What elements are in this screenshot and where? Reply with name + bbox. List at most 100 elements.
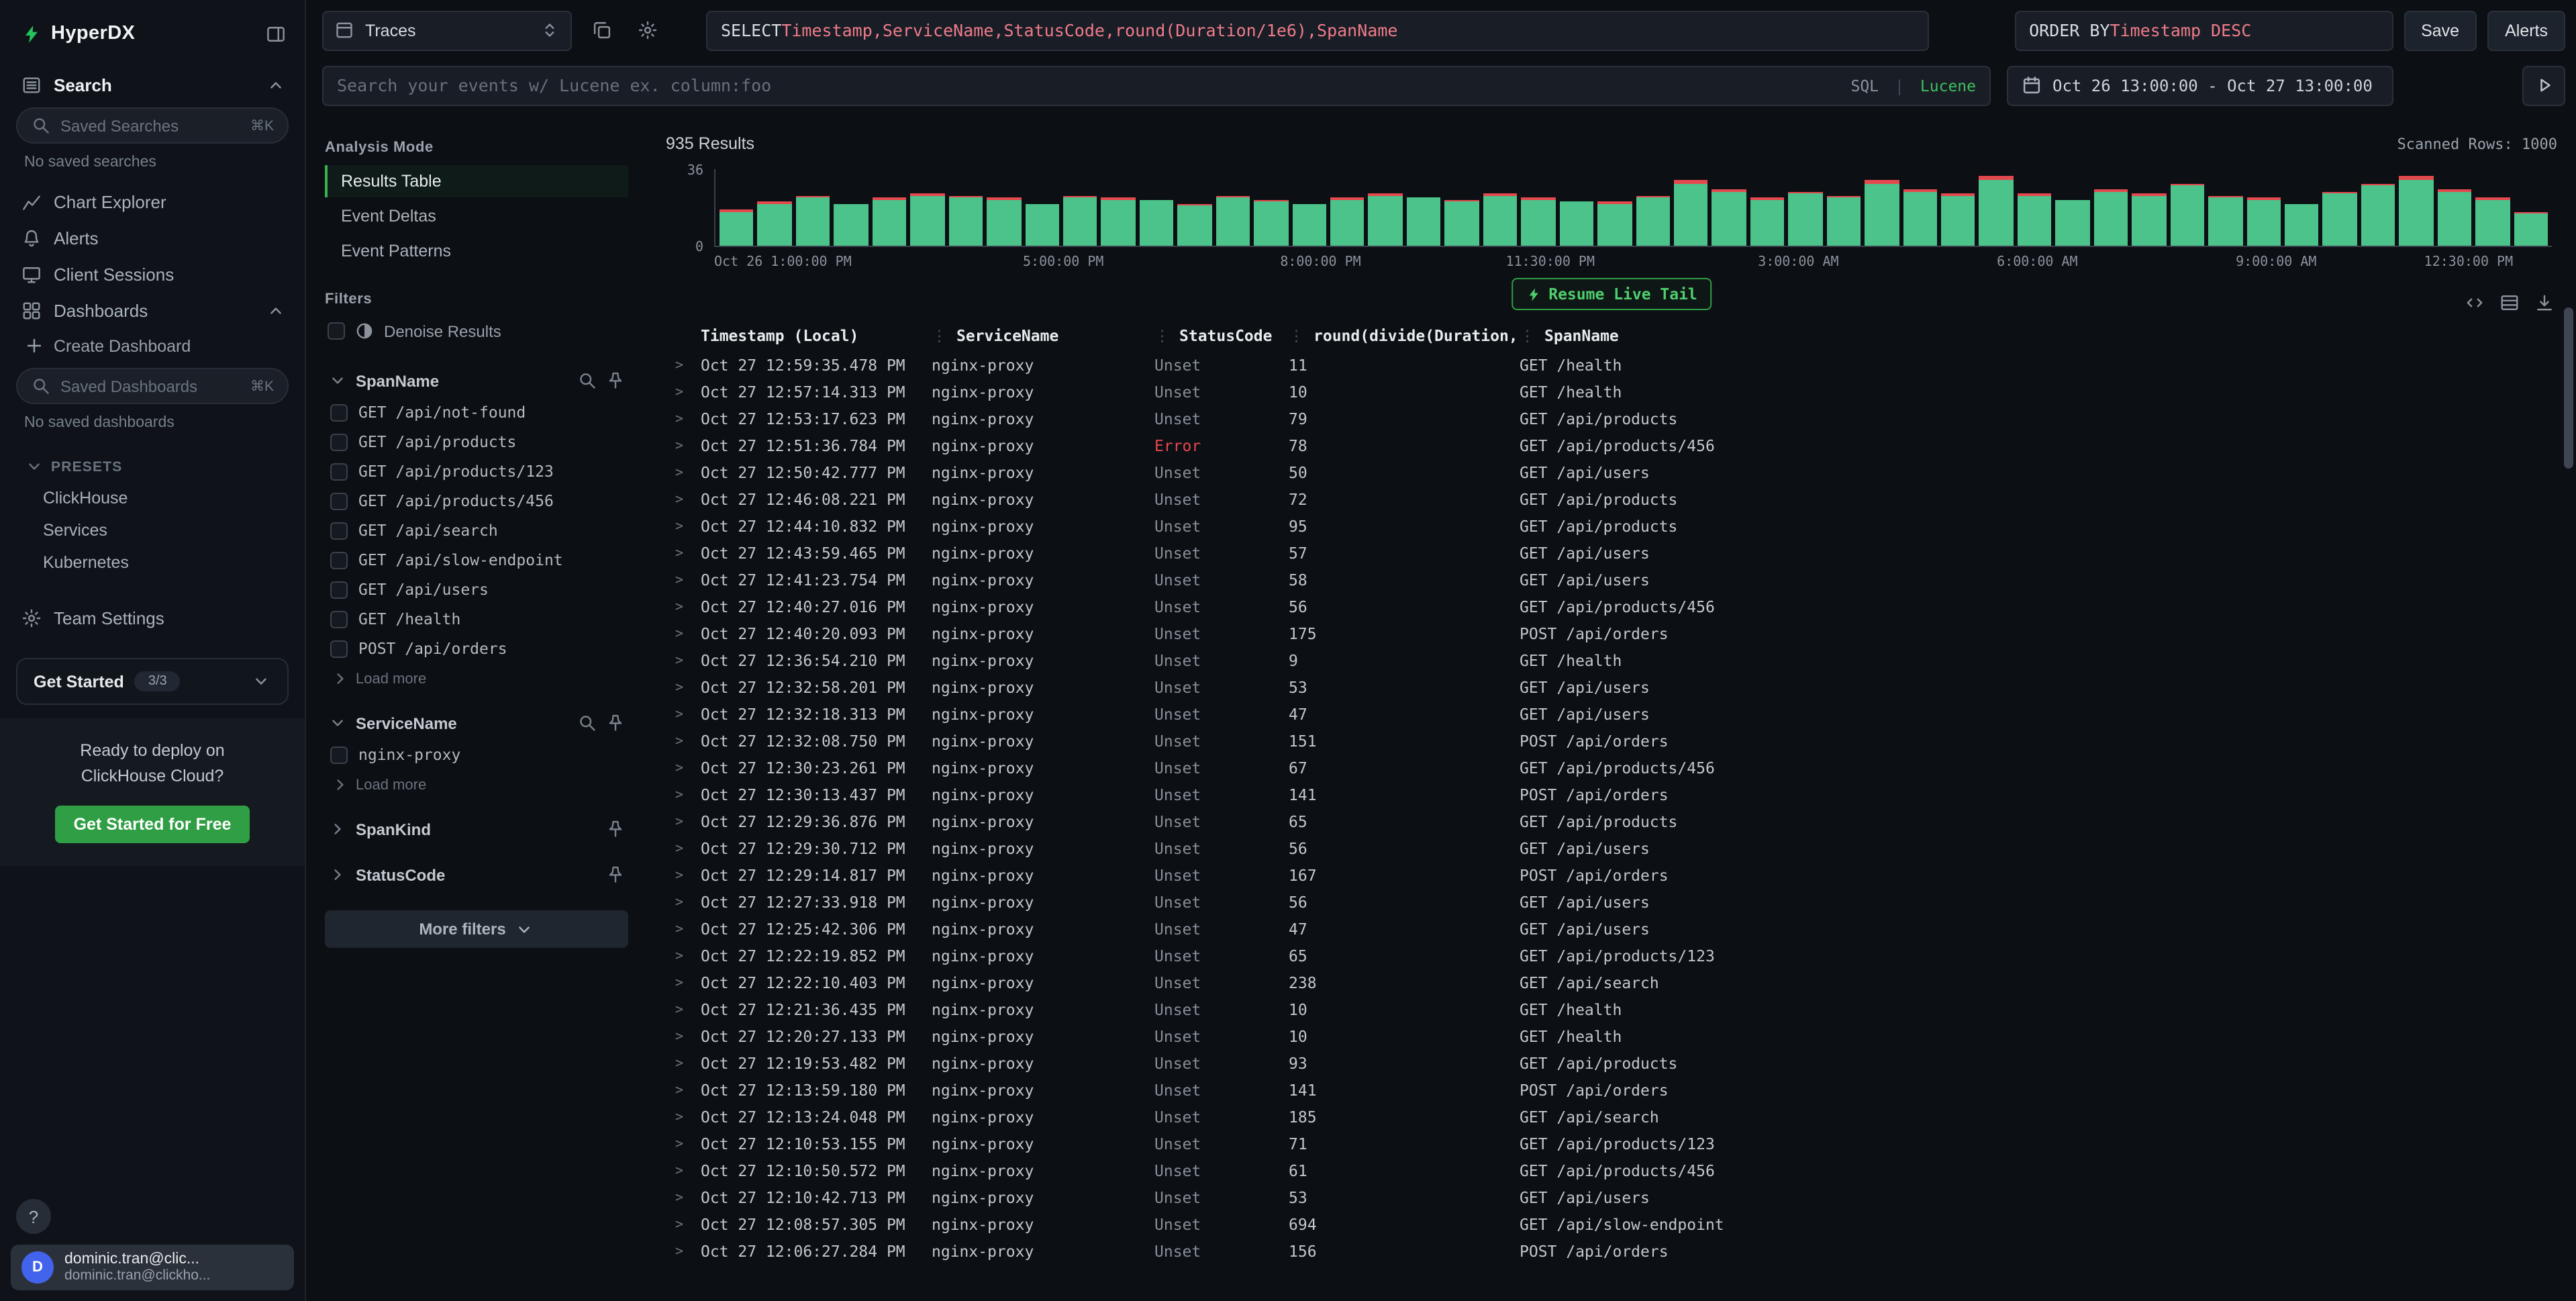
histogram-bar[interactable]	[873, 197, 907, 246]
order-by-input[interactable]: ORDER BY Timestamp DESC	[2014, 10, 2393, 50]
row-expand-chevron[interactable]: >	[666, 599, 701, 614]
histogram-bar[interactable]	[2285, 203, 2319, 246]
histogram-bar[interactable]	[1140, 199, 1174, 246]
row-expand-chevron[interactable]: >	[666, 1137, 701, 1151]
table-row[interactable]: >Oct 27 12:10:50.572 PMnginx-proxyUnset6…	[666, 1157, 2557, 1184]
histogram-bar[interactable]	[1979, 175, 2014, 246]
get-started-card[interactable]: Get Started 3/3	[16, 658, 289, 705]
histogram-bar[interactable]	[1216, 195, 1250, 246]
table-row[interactable]: >Oct 27 12:10:42.713 PMnginx-proxyUnset5…	[666, 1184, 2557, 1211]
row-expand-chevron[interactable]: >	[666, 949, 701, 963]
row-expand-chevron[interactable]: >	[666, 626, 701, 641]
histogram-bar[interactable]	[834, 203, 869, 246]
table-row[interactable]: >Oct 27 12:13:59.180 PMnginx-proxyUnset1…	[666, 1077, 2557, 1104]
source-select[interactable]: Traces	[322, 10, 572, 50]
row-expand-chevron[interactable]: >	[666, 1190, 701, 1205]
row-expand-chevron[interactable]: >	[666, 1163, 701, 1178]
histogram-bar[interactable]	[1063, 195, 1097, 246]
table-row[interactable]: >Oct 27 12:43:59.465 PMnginx-proxyUnset5…	[666, 540, 2557, 567]
facet-option-checkbox[interactable]	[330, 640, 348, 657]
row-expand-chevron[interactable]: >	[666, 546, 701, 561]
histogram-bar[interactable]	[2170, 183, 2204, 246]
saved-dashboards-input[interactable]: Saved Dashboards ⌘K	[16, 368, 289, 404]
row-expand-chevron[interactable]: >	[666, 707, 701, 722]
table-row[interactable]: >Oct 27 12:25:42.306 PMnginx-proxyUnset4…	[666, 916, 2557, 943]
table-row[interactable]: >Oct 27 12:57:14.313 PMnginx-proxyUnset1…	[666, 379, 2557, 405]
row-expand-chevron[interactable]: >	[666, 1244, 701, 1259]
table-row[interactable]: >Oct 27 12:08:57.305 PMnginx-proxyUnset6…	[666, 1211, 2557, 1238]
facet-option[interactable]: GET /api/products/123	[325, 456, 628, 486]
denoise-checkbox[interactable]	[328, 322, 345, 340]
facet-option[interactable]: GET /api/users	[325, 575, 628, 604]
row-expand-chevron[interactable]: >	[666, 895, 701, 910]
histogram-bar[interactable]	[2246, 197, 2281, 246]
preset-item-clickhouse[interactable]: ClickHouse	[0, 482, 305, 514]
facet-header[interactable]: StatusCode	[325, 859, 628, 892]
histogram-bar[interactable]	[2361, 183, 2395, 246]
load-more-button[interactable]: Load more	[325, 663, 628, 694]
row-expand-chevron[interactable]: >	[666, 1029, 701, 1044]
histogram-bar[interactable]	[796, 195, 830, 246]
histogram-bar[interactable]	[1712, 189, 1746, 246]
table-row[interactable]: >Oct 27 12:32:58.201 PMnginx-proxyUnset5…	[666, 674, 2557, 701]
row-expand-chevron[interactable]: >	[666, 358, 701, 373]
row-expand-chevron[interactable]: >	[666, 841, 701, 856]
table-row[interactable]: >Oct 27 12:36:54.210 PMnginx-proxyUnset9…	[666, 647, 2557, 674]
chevron-down-icon[interactable]	[328, 371, 348, 391]
table-row[interactable]: >Oct 27 12:22:19.852 PMnginx-proxyUnset6…	[666, 943, 2557, 969]
histogram-bar[interactable]	[910, 193, 944, 246]
facet-option[interactable]: GET /api/slow-endpoint	[325, 545, 628, 575]
mode-event-deltas[interactable]: Event Deltas	[325, 200, 628, 232]
table-row[interactable]: >Oct 27 12:41:23.754 PMnginx-proxyUnset5…	[666, 567, 2557, 593]
histogram-bar[interactable]	[758, 201, 792, 246]
vertical-scrollbar[interactable]	[2564, 119, 2573, 1298]
facet-header[interactable]: ServiceName	[325, 708, 628, 740]
pin-icon[interactable]	[605, 371, 626, 391]
row-expand-chevron[interactable]: >	[666, 1110, 701, 1124]
table-row[interactable]: >Oct 27 12:13:24.048 PMnginx-proxyUnset1…	[666, 1104, 2557, 1130]
event-search-input[interactable]: Search your events w/ Lucene ex. column:…	[322, 65, 1991, 105]
facet-option[interactable]: GET /api/search	[325, 516, 628, 545]
row-expand-chevron[interactable]: >	[666, 787, 701, 802]
facet-option-checkbox[interactable]	[330, 463, 348, 480]
facet-option[interactable]: GET /api/products/456	[325, 486, 628, 516]
alerts-button[interactable]: Alerts	[2487, 10, 2565, 50]
download-icon[interactable]	[2534, 293, 2555, 313]
histogram-bar[interactable]	[1750, 197, 1785, 246]
row-expand-chevron[interactable]: >	[666, 519, 701, 534]
table-density-icon[interactable]	[2499, 293, 2520, 313]
mode-toggle-sql[interactable]: SQL	[1850, 76, 1879, 95]
table-row[interactable]: >Oct 27 12:20:27.133 PMnginx-proxyUnset1…	[666, 1023, 2557, 1050]
histogram-bar[interactable]	[720, 209, 754, 246]
histogram-bar[interactable]	[2323, 191, 2357, 246]
histogram-bar[interactable]	[1789, 191, 1823, 246]
table-row[interactable]: >Oct 27 12:29:36.876 PMnginx-proxyUnset6…	[666, 808, 2557, 835]
facet-option-checkbox[interactable]	[330, 581, 348, 598]
histogram-bar[interactable]	[1407, 197, 1441, 246]
create-dashboard-button[interactable]: Create Dashboard	[0, 329, 305, 364]
facet-option-checkbox[interactable]	[330, 551, 348, 569]
facet-header[interactable]: SpanKind	[325, 814, 628, 846]
chevron-up-icon[interactable]	[266, 75, 286, 95]
table-row[interactable]: >Oct 27 12:19:53.482 PMnginx-proxyUnset9…	[666, 1050, 2557, 1077]
table-row[interactable]: >Oct 27 12:29:30.712 PMnginx-proxyUnset5…	[666, 835, 2557, 862]
table-row[interactable]: >Oct 27 12:40:27.016 PMnginx-proxyUnset5…	[666, 593, 2557, 620]
collapse-sidebar-icon[interactable]	[266, 23, 286, 44]
histogram-bar[interactable]	[948, 195, 983, 246]
facet-option-checkbox[interactable]	[330, 433, 348, 450]
mode-results-table[interactable]: Results Table	[325, 165, 628, 197]
histogram-bar[interactable]	[1369, 193, 1403, 246]
histogram-bar[interactable]	[1254, 199, 1288, 246]
histogram-bar[interactable]	[1674, 179, 1708, 246]
row-expand-chevron[interactable]: >	[666, 922, 701, 936]
histogram-bar[interactable]	[1559, 201, 1593, 246]
table-row[interactable]: >Oct 27 12:30:13.437 PMnginx-proxyUnset1…	[666, 781, 2557, 808]
preset-item-kubernetes[interactable]: Kubernetes	[0, 546, 305, 579]
table-row[interactable]: >Oct 27 12:40:20.093 PMnginx-proxyUnset1…	[666, 620, 2557, 647]
row-expand-chevron[interactable]: >	[666, 1002, 701, 1017]
facet-header[interactable]: SpanName	[325, 365, 628, 397]
facet-option-checkbox[interactable]	[330, 746, 348, 763]
column-header-statuscode[interactable]: StatusCode	[1154, 326, 1289, 345]
row-expand-chevron[interactable]: >	[666, 680, 701, 695]
histogram-bar[interactable]	[1101, 197, 1136, 246]
